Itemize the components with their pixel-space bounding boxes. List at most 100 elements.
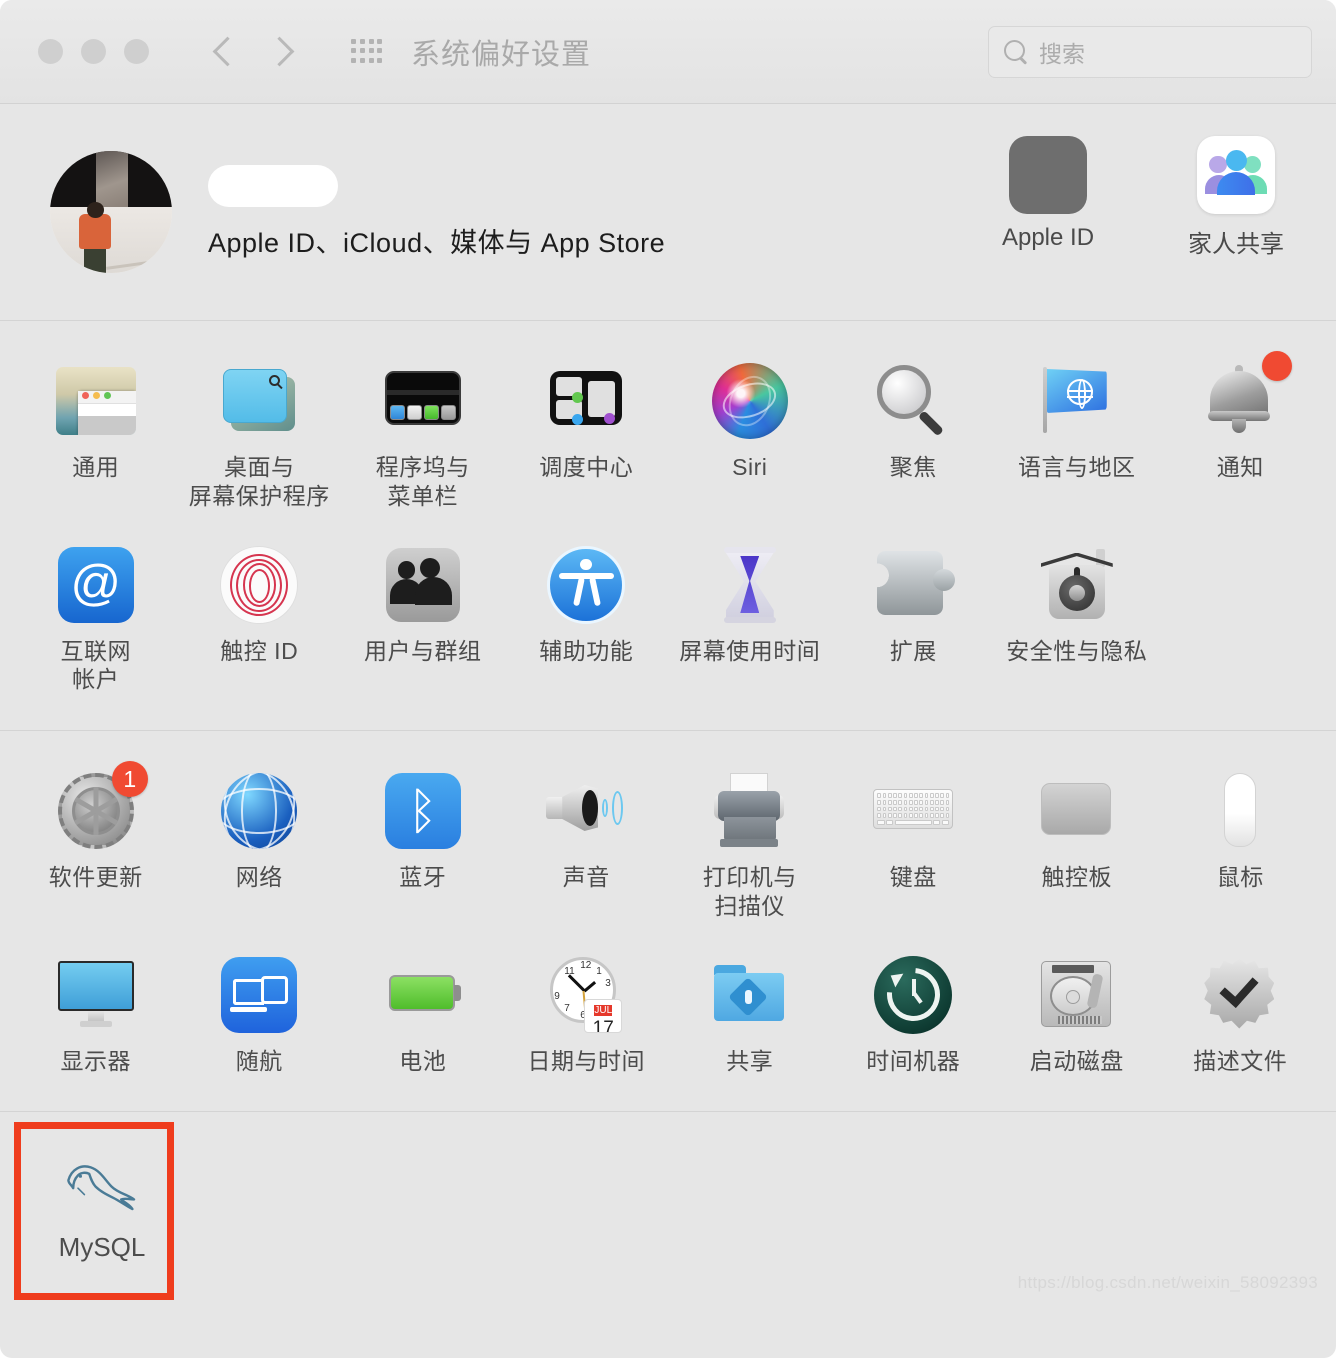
extensions-icon (871, 543, 956, 627)
pane-spotlight[interactable]: 聚焦 (832, 347, 996, 527)
pane-label: 随航 (235, 1047, 283, 1074)
accessibility-icon (544, 543, 628, 627)
search-placeholder: 搜索 (1039, 41, 1085, 67)
screen-time-icon (708, 543, 792, 627)
pane-label: 鼠标 (1216, 864, 1264, 890)
notification-badge (1262, 351, 1293, 381)
mission-control-icon (544, 359, 628, 443)
pane-startup-disk[interactable]: 启动磁盘 (995, 941, 1159, 1092)
security-privacy-icon (1035, 543, 1119, 627)
pane-label: 电池 (399, 1047, 447, 1074)
pane-label: 通用 (72, 454, 120, 480)
pane-label: 网络 (235, 864, 283, 890)
pane-users-groups[interactable]: 用户与群组 (341, 531, 505, 711)
keyboard-icon (871, 769, 955, 853)
internet-accounts-icon: @ (54, 543, 138, 627)
close-button[interactable] (38, 39, 63, 64)
back-chevron-icon[interactable] (209, 33, 239, 71)
pane-label: 扩展 (889, 637, 937, 664)
pane-accessibility[interactable]: 辅助功能 (505, 531, 669, 711)
language-region-icon (1035, 359, 1119, 443)
pane-dock-menubar[interactable]: 程序坞与 菜单栏 (341, 347, 505, 527)
pane-label: 屏幕使用时间 (679, 637, 821, 664)
pane-printers-scanners[interactable]: 打印机与 扫描仪 (668, 757, 832, 937)
page-title: 系统偏好设置 (411, 38, 592, 71)
sound-icon (544, 769, 628, 853)
pane-general[interactable]: 通用 (14, 347, 178, 527)
pane-label: 打印机与 扫描仪 (702, 864, 797, 919)
pane-network[interactable]: 网络 (178, 757, 342, 937)
pane-mouse[interactable]: 鼠标 (1159, 757, 1323, 937)
pane-mysql[interactable]: MySQL (22, 1134, 182, 1263)
apple-id-section: Apple ID、iCloud、媒体与 App Store Apple ID 家… (0, 104, 1336, 320)
software-update-icon: 1 (54, 761, 148, 853)
zoom-button[interactable] (124, 39, 149, 64)
pane-label: 桌面与 屏幕保护程序 (188, 454, 330, 509)
notifications-icon (1198, 351, 1293, 443)
pane-displays[interactable]: 显示器 (14, 941, 178, 1092)
pane-label: 软件更新 (48, 864, 143, 890)
pane-time-machine[interactable]: 时间机器 (832, 941, 996, 1092)
touch-id-icon (217, 543, 301, 627)
printers-scanners-icon (708, 769, 792, 853)
pane-siri[interactable]: Siri (668, 347, 832, 527)
avatar[interactable] (50, 151, 172, 273)
pane-label: 调度中心 (539, 454, 634, 480)
pane-label: 显示器 (60, 1047, 131, 1074)
pane-label: 聚焦 (889, 454, 937, 480)
search-field[interactable]: 搜索 (988, 26, 1312, 78)
pane-software-update[interactable]: 1 软件更新 (14, 757, 178, 937)
pane-label: 通知 (1216, 454, 1264, 480)
update-count-badge: 1 (111, 761, 148, 797)
pane-screen-time[interactable]: 屏幕使用时间 (668, 531, 832, 711)
preferences-grid-personal: 通用 桌面与 屏幕保护程序 程序坞与 菜单栏 调度中心 Siri 聚焦 语言与地… (0, 321, 1336, 730)
pane-label: 描述文件 (1193, 1047, 1288, 1074)
pane-label: 触控板 (1041, 864, 1112, 890)
pane-keyboard[interactable]: 键盘 (832, 757, 996, 937)
forward-chevron-icon[interactable] (265, 33, 295, 71)
show-all-grid-icon[interactable] (351, 38, 383, 65)
pane-sidecar[interactable]: 随航 (178, 941, 342, 1092)
system-preferences-window: 系统偏好设置 搜索 Apple ID、iCloud、媒体与 App Store … (0, 0, 1336, 1358)
third-party-section: MySQL https://blog.csdn.net/weixin_58092… (0, 1112, 1336, 1303)
pane-sound[interactable]: 声音 (505, 757, 669, 937)
pane-internet-accounts[interactable]: @ 互联网 帐户 (14, 531, 178, 711)
users-groups-icon (381, 543, 465, 627)
pane-label: 触控 ID (220, 637, 299, 664)
preferences-grid-hardware: 1 软件更新 网络 ᛒ 蓝牙 声音 打印机与 扫描仪 键盘 触控板 鼠标 显示器… (0, 731, 1336, 1111)
pane-mission-control[interactable]: 调度中心 (505, 347, 669, 527)
pane-label: 启动磁盘 (1029, 1047, 1124, 1074)
profiles-icon (1198, 953, 1282, 1037)
pane-profiles[interactable]: 描述文件 (1159, 941, 1323, 1092)
minimize-button[interactable] (81, 39, 106, 64)
pane-label: 用户与群组 (364, 637, 482, 664)
pane-battery[interactable]: 电池 (341, 941, 505, 1092)
bluetooth-icon: ᛒ (381, 769, 465, 853)
battery-icon (381, 953, 465, 1037)
pane-sharing[interactable]: 共享 (668, 941, 832, 1092)
pane-date-time[interactable]: 12 1 3 5 6 7 9 11 JUL 17 日期与时间 (505, 941, 669, 1092)
pane-apple-id[interactable]: Apple ID (978, 136, 1118, 259)
pane-label: 日期与时间 (527, 1047, 645, 1074)
pane-security-privacy[interactable]: 安全性与隐私 (995, 531, 1159, 711)
pane-language-region[interactable]: 语言与地区 (995, 347, 1159, 527)
pane-label: 蓝牙 (399, 864, 447, 890)
startup-disk-icon (1035, 953, 1119, 1037)
pane-family-sharing[interactable]: 家人共享 (1166, 136, 1306, 259)
pane-extensions[interactable]: 扩展 (832, 531, 996, 711)
pane-label: 互联网 帐户 (60, 637, 131, 693)
pane-bluetooth[interactable]: ᛒ 蓝牙 (341, 757, 505, 937)
pane-label: 时间机器 (866, 1047, 961, 1074)
pane-label: Apple ID (1001, 224, 1095, 251)
pane-touch-id[interactable]: 触控 ID (178, 531, 342, 711)
pane-trackpad[interactable]: 触控板 (995, 757, 1159, 937)
pane-desktop-screensaver[interactable]: 桌面与 屏幕保护程序 (178, 347, 342, 527)
trackpad-icon (1035, 769, 1119, 853)
pane-notifications[interactable]: 通知 (1159, 347, 1323, 527)
sidecar-icon (217, 953, 301, 1037)
calendar-month: JUL (594, 1004, 613, 1016)
mysql-dolphin-icon (54, 1152, 150, 1218)
pane-label: 辅助功能 (539, 637, 634, 664)
account-text: Apple ID、iCloud、媒体与 App Store (208, 164, 665, 260)
calendar-day: 17 (592, 1017, 614, 1033)
